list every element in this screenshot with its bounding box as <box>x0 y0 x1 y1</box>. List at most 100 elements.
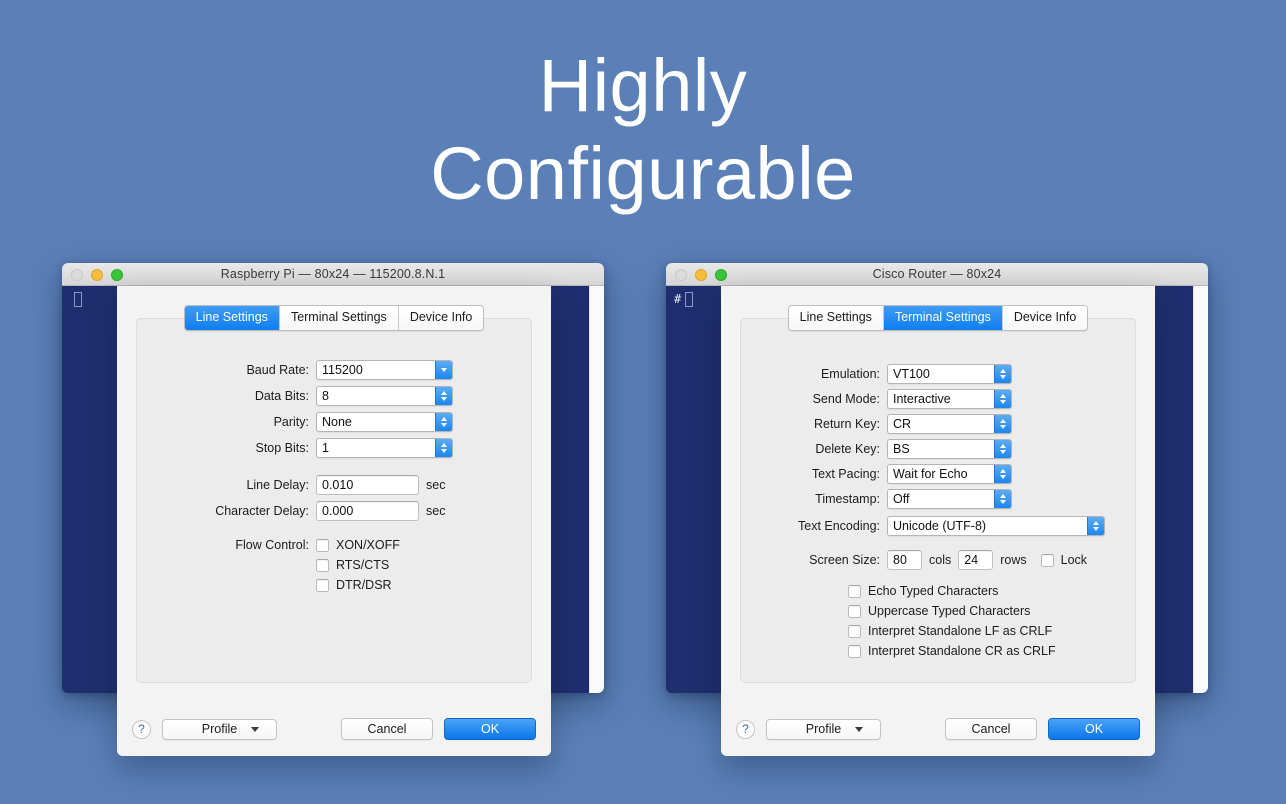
tab-terminal-settings[interactable]: Terminal Settings <box>279 306 399 330</box>
checkbox-icon[interactable] <box>848 644 861 658</box>
zoom-button-icon[interactable] <box>715 269 727 281</box>
stepper-icon[interactable] <box>994 465 1011 483</box>
label-line-delay: Line Delay: <box>246 478 309 492</box>
tab-line-settings[interactable]: Line Settings <box>788 306 884 330</box>
checkbox-icon[interactable] <box>1040 553 1054 567</box>
line-settings-form: Baud Rate: 115200 Data Bits: 8 Parity: N… <box>136 318 532 683</box>
tab-strip[interactable]: Line Settings Terminal Settings Device I… <box>787 305 1089 331</box>
send-mode-value: Interactive <box>893 392 951 406</box>
label-parity: Parity: <box>273 415 309 429</box>
checkbox-xon-xoff[interactable]: XON/XOFF <box>316 538 400 552</box>
stepper-icon[interactable] <box>994 390 1011 408</box>
stepper-arrows-glyph <box>441 391 447 401</box>
line-delay-input[interactable]: 0.010 <box>316 475 419 495</box>
stepper-arrows-glyph <box>1000 444 1006 454</box>
cancel-button[interactable]: Cancel <box>341 718 433 740</box>
stepper-icon[interactable] <box>1087 517 1104 535</box>
label-delete-key: Delete Key: <box>815 442 880 456</box>
ok-button[interactable]: OK <box>444 718 536 740</box>
stepper-arrows-glyph <box>1000 394 1006 404</box>
checkbox-icon[interactable] <box>316 558 329 572</box>
screen-cols-input[interactable]: 80 <box>887 550 922 570</box>
tab-terminal-settings[interactable]: Terminal Settings <box>883 306 1003 330</box>
chevron-down-glyph <box>1093 527 1099 531</box>
row-timestamp: Timestamp: Off <box>740 489 1136 509</box>
stepper-icon[interactable] <box>994 440 1011 458</box>
profile-menu-button[interactable]: Profile <box>766 718 881 740</box>
terminal-cursor-icon <box>74 292 82 307</box>
help-button[interactable]: ? <box>132 719 151 739</box>
checkbox-label-echo-typed-characters: Echo Typed Characters <box>868 584 999 598</box>
return-key-stepper[interactable]: CR <box>887 414 1012 434</box>
screen-cols-unit: cols <box>929 553 952 567</box>
ok-button[interactable]: OK <box>1048 718 1140 740</box>
checkbox-icon[interactable] <box>316 538 329 552</box>
delete-key-stepper[interactable]: BS <box>887 439 1012 459</box>
minimize-button-icon[interactable] <box>695 269 707 281</box>
row-data-bits: Data Bits: 8 <box>136 386 532 406</box>
stop-bits-value: 1 <box>322 441 329 455</box>
checkbox-icon[interactable] <box>316 578 329 592</box>
tab-device-info[interactable]: Device Info <box>398 306 484 330</box>
checkbox-echo-typed-characters[interactable]: Echo Typed Characters <box>848 584 1136 598</box>
tab-device-info[interactable]: Device Info <box>1002 306 1088 330</box>
screen-rows-input[interactable]: 24 <box>958 550 994 570</box>
tab-bar-line-settings[interactable]: Line Settings Terminal Settings Device I… <box>117 286 551 331</box>
row-flow-control-dtr: DTR/DSR <box>136 578 532 592</box>
chevron-down-glyph <box>1000 400 1006 404</box>
label-emulation: Emulation: <box>820 367 880 381</box>
checkbox-rts-cts[interactable]: RTS/CTS <box>316 558 389 572</box>
row-flow-control: Flow Control: XON/XOFF <box>136 538 532 552</box>
checkbox-icon[interactable] <box>848 604 861 618</box>
parity-stepper[interactable]: None <box>316 412 453 432</box>
chevron-down-glyph <box>1000 475 1006 479</box>
send-mode-stepper[interactable]: Interactive <box>887 389 1012 409</box>
close-button-icon[interactable] <box>71 269 83 281</box>
stepper-icon[interactable] <box>994 490 1011 508</box>
text-pacing-stepper[interactable]: Wait for Echo <box>887 464 1012 484</box>
terminal-options-group: Echo Typed Characters Uppercase Typed Ch… <box>848 584 1136 658</box>
checkbox-label-rts-cts: RTS/CTS <box>336 558 390 572</box>
checkbox-uppercase-typed-characters[interactable]: Uppercase Typed Characters <box>848 604 1136 618</box>
terminal-scrollbar-raspberry-pi[interactable] <box>589 286 604 693</box>
chevron-down-icon <box>251 726 259 732</box>
minimize-button-icon[interactable] <box>91 269 103 281</box>
stepper-icon[interactable] <box>435 387 452 405</box>
checkbox-icon[interactable] <box>848 584 861 598</box>
profile-menu-button[interactable]: Profile <box>162 718 277 740</box>
stepper-icon[interactable] <box>435 439 452 457</box>
stepper-icon[interactable] <box>435 413 452 431</box>
help-button[interactable]: ? <box>736 719 755 739</box>
titlebar-cisco-router[interactable]: Cisco Router — 80x24 <box>666 263 1208 286</box>
terminal-scrollbar-cisco-router[interactable] <box>1193 286 1208 693</box>
data-bits-stepper[interactable]: 8 <box>316 386 453 406</box>
checkbox-lock[interactable]: Lock <box>1040 553 1087 567</box>
titlebar-raspberry-pi[interactable]: Raspberry Pi — 80x24 — 115200.8.N.1 <box>62 263 604 286</box>
checkbox-label-uppercase-typed-characters: Uppercase Typed Characters <box>868 604 1031 618</box>
chevron-up-glyph <box>1000 469 1006 473</box>
tab-line-settings[interactable]: Line Settings <box>184 306 280 330</box>
close-button-icon[interactable] <box>675 269 687 281</box>
chevron-down-icon[interactable] <box>435 361 452 379</box>
cancel-button[interactable]: Cancel <box>945 718 1037 740</box>
traffic-lights-cisco-router[interactable] <box>675 269 727 281</box>
character-delay-input[interactable]: 0.000 <box>316 501 419 521</box>
text-encoding-stepper[interactable]: Unicode (UTF-8) <box>887 516 1105 536</box>
checkbox-icon[interactable] <box>848 624 861 638</box>
tab-bar-terminal-settings[interactable]: Line Settings Terminal Settings Device I… <box>721 286 1155 331</box>
row-emulation: Emulation: VT100 <box>740 364 1136 384</box>
stepper-icon[interactable] <box>994 365 1011 383</box>
baud-rate-popup[interactable]: 115200 <box>316 360 453 380</box>
timestamp-stepper[interactable]: Off <box>887 489 1012 509</box>
checkbox-interpret-lf-as-crlf[interactable]: Interpret Standalone LF as CRLF <box>848 624 1136 638</box>
zoom-button-icon[interactable] <box>111 269 123 281</box>
emulation-stepper[interactable]: VT100 <box>887 364 1012 384</box>
traffic-lights-raspberry-pi[interactable] <box>71 269 123 281</box>
profile-menu-label: Profile <box>805 722 842 736</box>
window-title-raspberry-pi: Raspberry Pi — 80x24 — 115200.8.N.1 <box>220 267 446 281</box>
checkbox-interpret-cr-as-crlf[interactable]: Interpret Standalone CR as CRLF <box>848 644 1136 658</box>
stepper-icon[interactable] <box>994 415 1011 433</box>
tab-strip[interactable]: Line Settings Terminal Settings Device I… <box>183 305 485 331</box>
checkbox-dtr-dsr[interactable]: DTR/DSR <box>316 578 392 592</box>
stop-bits-stepper[interactable]: 1 <box>316 438 453 458</box>
